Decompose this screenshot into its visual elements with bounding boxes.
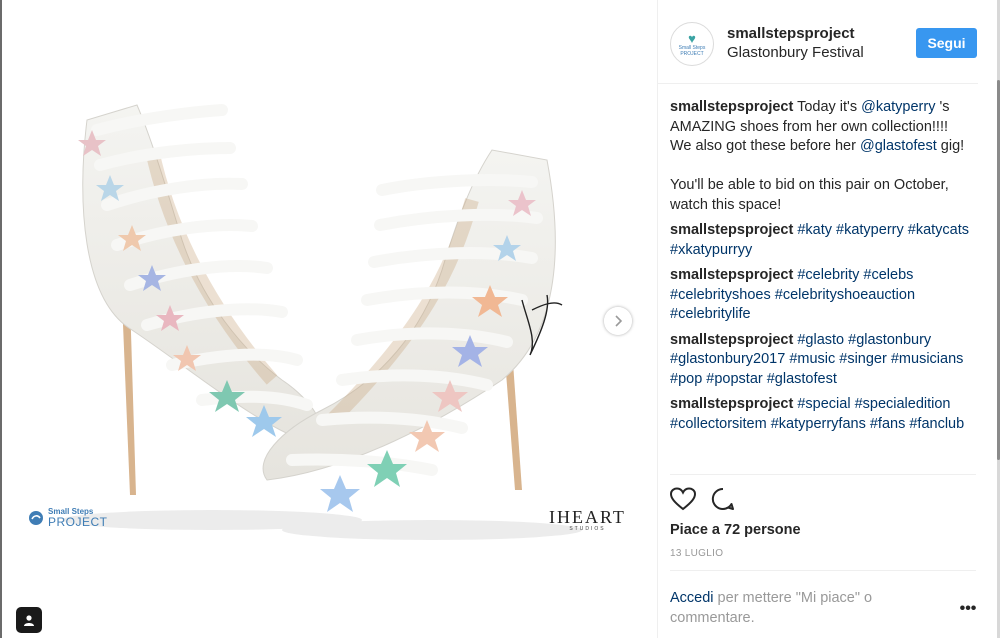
more-options-button[interactable]: ••• — [958, 601, 978, 620]
mention-link[interactable]: @katyperry — [861, 99, 935, 115]
divider — [670, 570, 976, 571]
comment-author[interactable]: smallstepsproject — [670, 267, 793, 283]
post-header: ♥ Small Steps PROJECT smallstepsproject … — [658, 0, 978, 84]
mention-link[interactable]: @glastofest — [860, 138, 937, 154]
instagram-post-window: Small Steps PROJECT IHEART STUDIOS ♥ Sma… — [0, 0, 1000, 638]
comment-item: smallstepsproject #katy #katyperry #katy… — [670, 221, 972, 260]
avatar-text-line2: PROJECT — [680, 50, 704, 57]
post-actions — [670, 486, 736, 512]
tagged-users-button[interactable] — [16, 607, 42, 633]
login-prompt: Accedi per mettere "Mi piace" o commenta… — [670, 588, 920, 628]
post-sidebar: ♥ Small Steps PROJECT smallstepsproject … — [657, 0, 997, 638]
post-media[interactable]: Small Steps PROJECT IHEART STUDIOS — [2, 0, 657, 638]
logo-mark-icon — [29, 510, 43, 525]
studio-logo-big: IHEART — [549, 507, 626, 527]
divider — [670, 474, 976, 475]
caption-text-1: Today it's — [793, 99, 862, 115]
caption-text-4: You'll be able to bid on this pair on Oc… — [670, 177, 949, 213]
comment-author[interactable]: smallstepsproject — [670, 396, 793, 412]
login-link[interactable]: Accedi — [670, 590, 714, 606]
shoe-photo — [62, 104, 582, 540]
comment-author[interactable]: smallstepsproject — [670, 222, 793, 238]
comment-author[interactable]: smallstepsproject — [670, 332, 793, 348]
comment-item: smallstepsproject #glasto #glastonbury #… — [670, 331, 972, 390]
post-username[interactable]: smallstepsproject — [727, 25, 855, 42]
post-date[interactable]: 13 LUGLIO — [670, 548, 723, 559]
likes-count[interactable]: Piace a 72 persone — [670, 522, 801, 538]
heart-logo-icon: ♥ — [688, 30, 696, 46]
chevron-right-icon — [615, 315, 623, 327]
caption-text-3: gig! — [936, 138, 965, 154]
caption-author[interactable]: smallstepsproject — [670, 99, 793, 115]
avatar[interactable]: ♥ Small Steps PROJECT — [670, 22, 714, 66]
follow-button[interactable]: Segui — [916, 28, 977, 58]
heart-icon — [670, 487, 696, 511]
comment-icon — [711, 487, 734, 510]
comment-button[interactable] — [710, 486, 736, 512]
user-tag-icon — [24, 615, 34, 626]
comment-item: smallstepsproject #special #specialediti… — [670, 395, 972, 434]
like-button[interactable] — [670, 486, 696, 512]
comments-list[interactable]: smallstepsproject Today it's @katyperry … — [670, 98, 972, 473]
brand-logo-line2: PROJECT — [48, 515, 108, 529]
caption: smallstepsproject Today it's @katyperry … — [670, 98, 972, 215]
comment-item: smallstepsproject #celebrity #celebs #ce… — [670, 266, 972, 325]
small-steps-logo: Small Steps PROJECT — [28, 507, 108, 528]
studio-logo: IHEART STUDIOS — [549, 508, 626, 532]
post-location[interactable]: Glastonbury Festival — [727, 44, 864, 61]
next-image-button[interactable] — [604, 307, 632, 335]
